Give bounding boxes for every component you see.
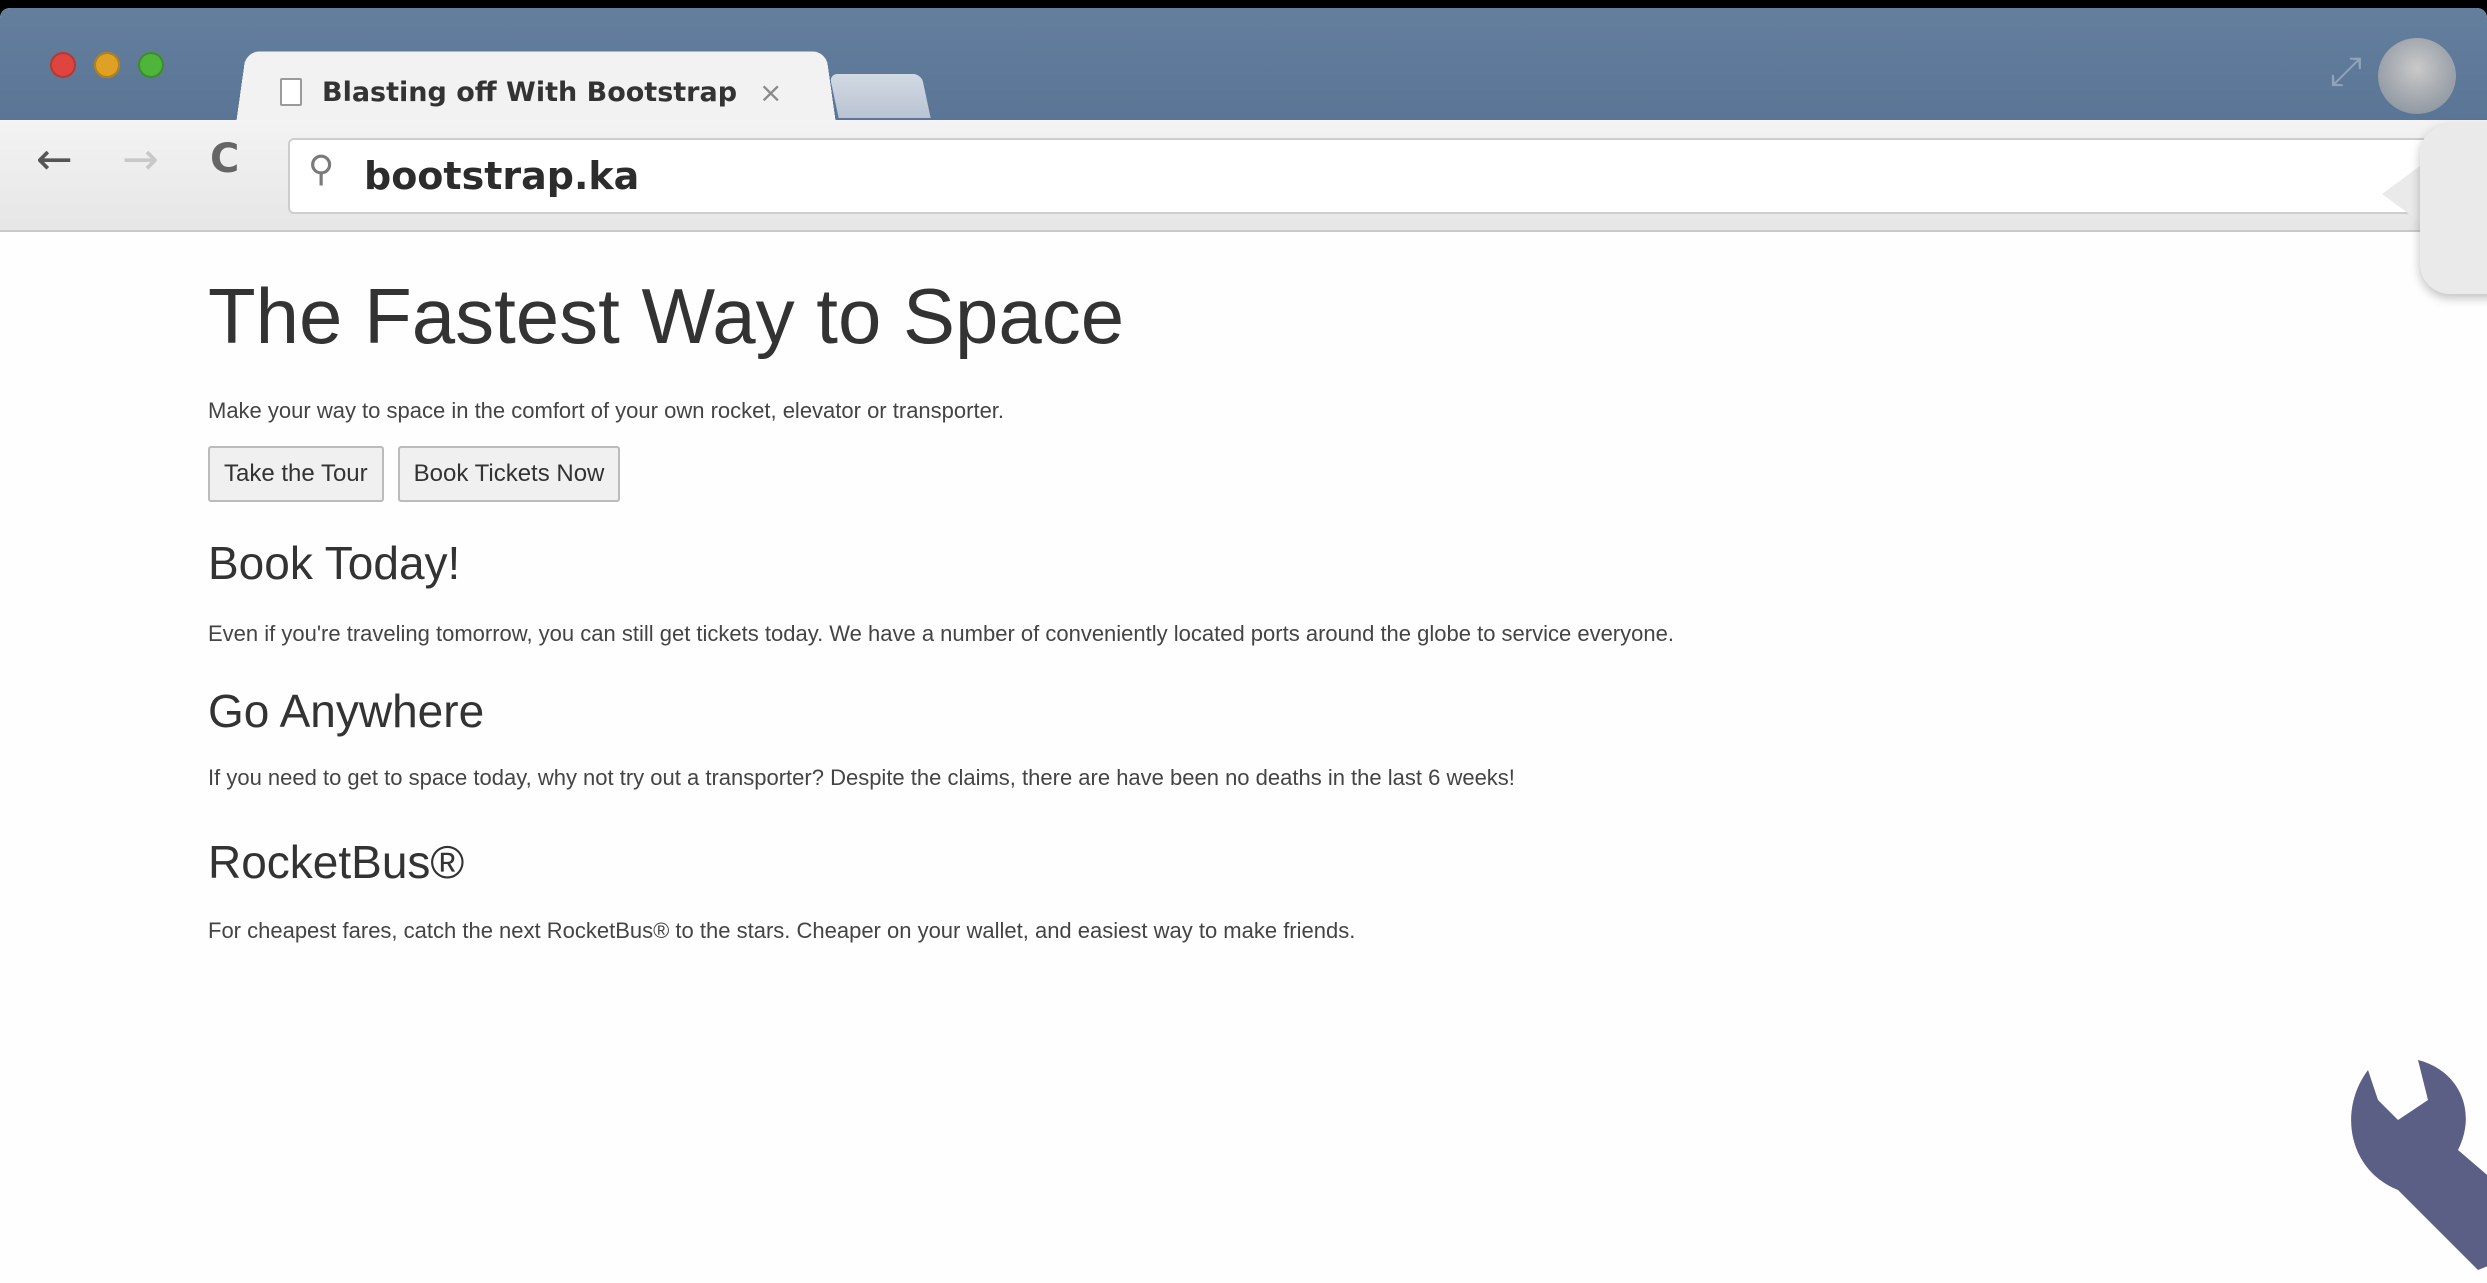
page-content: The Fastest Way to Space Make your way t… — [208, 270, 2208, 949]
section-heading: RocketBus® — [208, 835, 465, 888]
page-title: The Fastest Way to Space — [208, 272, 1125, 360]
new-tab-button[interactable] — [829, 74, 931, 118]
take-tour-button[interactable]: Take the Tour — [208, 445, 384, 502]
section-heading: Book Today! — [208, 536, 461, 589]
section-heading: Go Anywhere — [208, 685, 485, 738]
minimize-window-button[interactable] — [94, 52, 120, 78]
book-tickets-button[interactable]: Book Tickets Now — [397, 445, 621, 502]
section-go-anywhere: Go Anywhere If you need to get to space … — [208, 684, 2208, 797]
zoom-window-button[interactable] — [138, 52, 164, 78]
page-viewport: The Fastest Way to Space Make your way t… — [0, 234, 2487, 1283]
screen: Blasting off With Bootstrap × ⤢ ← → C ⚲ … — [0, 0, 2487, 1283]
hero-buttons: Take the Tour Book Tickets Now — [208, 445, 2208, 502]
browser-window: Blasting off With Bootstrap × ⤢ ← → C ⚲ … — [0, 8, 2487, 1283]
forward-button[interactable]: → — [122, 134, 159, 185]
section-text: For cheapest fares, catch the next Rocke… — [208, 917, 1356, 943]
reload-button[interactable]: C — [210, 136, 239, 182]
back-button[interactable]: ← — [36, 134, 73, 185]
lead-text: Make your way to space in the comfort of… — [208, 397, 1005, 423]
section-text: Even if you're traveling tomorrow, you c… — [208, 620, 1674, 646]
callout-bubble — [2420, 124, 2487, 294]
tab-title: Blasting off With Bootstrap — [322, 76, 738, 108]
fullscreen-icon[interactable]: ⤢ — [2330, 50, 2362, 95]
wrench-icon — [2351, 1060, 2487, 1270]
section-rocketbus: RocketBus® For cheapest fares, catch the… — [208, 835, 2208, 950]
close-window-button[interactable] — [50, 52, 76, 78]
document-icon — [280, 78, 302, 106]
search-icon: ⚲ — [308, 148, 335, 189]
incognito-icon — [2378, 38, 2456, 114]
section-text: If you need to get to space today, why n… — [208, 765, 1515, 791]
address-text[interactable]: bootstrap.ka — [364, 154, 639, 198]
tab-content[interactable]: Blasting off With Bootstrap × — [280, 64, 783, 120]
tab-close-icon[interactable]: × — [759, 76, 782, 109]
section-book-today: Book Today! Even if you're traveling tom… — [208, 536, 2208, 653]
